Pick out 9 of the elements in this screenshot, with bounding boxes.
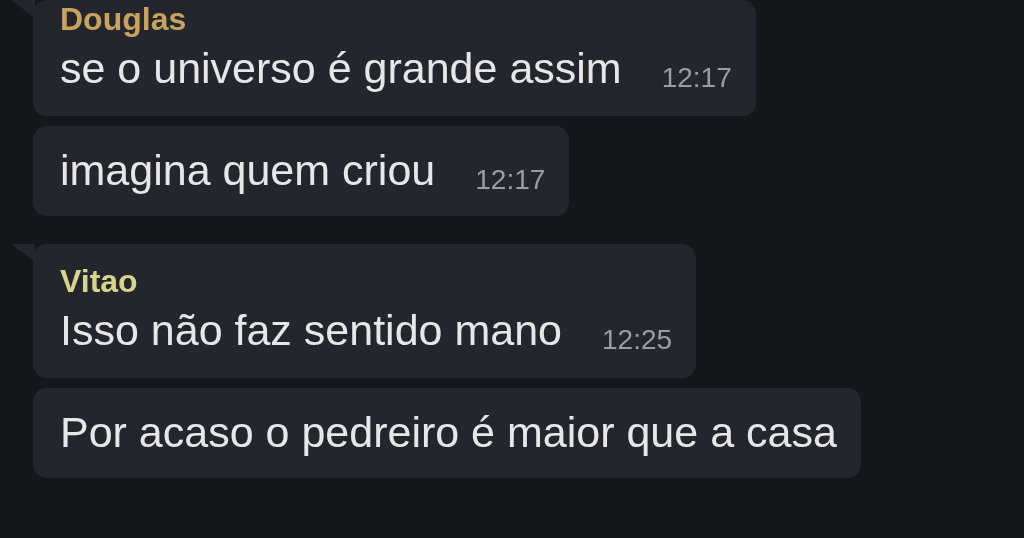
- message-text: se o universo é grande assim: [60, 43, 622, 94]
- message-time: 12:25: [602, 323, 673, 357]
- message-time: 12:17: [661, 61, 732, 95]
- message-time: 12:17: [475, 163, 546, 197]
- message-text: Isso não faz sentido mano: [60, 305, 562, 356]
- sender-name: Vitao: [60, 262, 139, 300]
- message-text: Por acaso o pedreiro é maior que a casa: [60, 407, 837, 458]
- sender-name: Douglas: [60, 0, 188, 38]
- message-text: imagina quem criou: [60, 145, 436, 196]
